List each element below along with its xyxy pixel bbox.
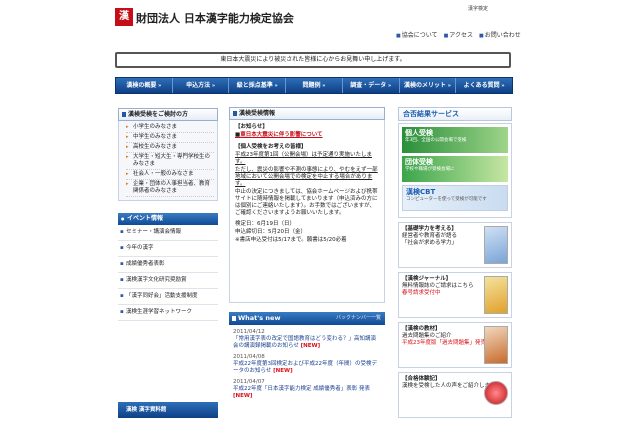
news-item[interactable]: 平成22年度第3回検定および平成22年度（年間）の受検データのお知らせ [NEW… — [233, 361, 381, 375]
news-date: 2011/04/12 — [233, 329, 265, 335]
logo-mark[interactable]: 漢検 — [115, 8, 133, 40]
top-nav: 協会について アクセス お問い合わせ — [396, 30, 521, 39]
info-quake-link[interactable]: 東日本大震災に伴う影響について — [235, 132, 379, 139]
info-bookstore: ※書店申込受付は5/17まで。願書は5/20必着 — [235, 237, 347, 243]
who-item-corporate[interactable]: 企業・団体の人事担当者、教育関係者のみなさま — [126, 180, 214, 197]
results-service-banner[interactable]: 合否結果サービス — [398, 107, 512, 121]
gnav-examples[interactable]: 問題例 — [286, 78, 343, 93]
event-item-awards[interactable]: 成績優秀者表彰 — [118, 257, 218, 273]
global-nav: 漢検の概要 申込方法 級と採点基準 問題例 調査・データ 漢検のメリット よくあ… — [115, 77, 513, 94]
org-name[interactable]: 財団法人 日本漢字能力検定協会 — [136, 10, 294, 26]
banner-sub: 年3回、全国の公開会場で受検 — [405, 138, 467, 143]
exam-banners: 個人受検 年3回、全国の公開会場で受検 団体受検 学校や職場が受検会場に 漢検C… — [398, 123, 512, 218]
new-badge: [NEW] — [300, 343, 321, 349]
info-deadline: 申込締切日：5月20日（金） — [235, 229, 306, 235]
info-sub-heading: 【個人受検をお考えの皆様】 — [235, 144, 307, 150]
individual-exam-banner[interactable]: 個人受検 年3回、全国の公開会場で受検 — [402, 127, 508, 153]
gnav-apply[interactable]: 申込方法 — [173, 78, 230, 93]
gnav-merit[interactable]: 漢検のメリット — [400, 78, 457, 93]
gnav-faq[interactable]: よくある質問 — [456, 78, 512, 93]
banner-sub: コンピューターを使って受検が可能です — [406, 197, 487, 202]
info-para-1: 平成23年度第1回（公開会場）は予定通り実施いたします。 — [235, 152, 372, 165]
center-column: 漢検受検情報 【お知らせ】 東日本大震災に伴う影響について 【個人受検をお考えの… — [229, 107, 385, 404]
info-para-2: ただし、震災の影響や不測の事態により、やむをえず一部地域において公開会場での検定… — [235, 167, 378, 187]
top-nav-about[interactable]: 協会について — [396, 30, 438, 39]
who-list: 小学生のみなさま 中学生のみなさま 高校生のみなさま 大学生・短大生・専門学校生… — [118, 121, 218, 201]
testimonial-box[interactable]: 【合格体験記】 漢検を受検した人の声をご紹介します — [398, 372, 512, 418]
textbook-thumbnail — [484, 326, 508, 364]
top-nav-access[interactable]: アクセス — [444, 30, 473, 39]
site-container: 漢検 財団法人 日本漢字能力検定協会 漢字検定 協会について アクセス お問い合… — [113, 0, 521, 426]
who-item-high[interactable]: 高校生のみなさま — [126, 143, 214, 153]
event-item-seminar[interactable]: セミナー・講演会情報 — [118, 225, 218, 241]
news-backnumber-link[interactable]: バックナンバー一覧 — [336, 312, 381, 325]
who-item-adult[interactable]: 社会人・一般のみなさま — [126, 170, 214, 180]
info-exam-date: 検定日：6月19日（日） — [235, 221, 295, 227]
book-thumbnail — [484, 226, 508, 264]
gnav-data[interactable]: 調査・データ — [343, 78, 400, 93]
who-title: 漢検受検をご検討の方 — [118, 108, 218, 121]
news-text[interactable]: 平成22年度「日本漢字能力検定 成績優秀者」表彰 発表 — [233, 386, 370, 392]
basic-skills-box[interactable]: 【基礎学力を考える】 経営者や教育者が語る 「社会が求める学力」 — [398, 222, 512, 268]
new-badge: [NEW] — [273, 368, 293, 374]
event-item-network[interactable]: 漢検生涯学習ネットワーク — [118, 305, 218, 321]
new-badge: [NEW] — [233, 393, 253, 399]
kanji-museum-bar[interactable]: 漢検 漢字資料館 — [118, 402, 218, 418]
banner-title: 漢検CBT — [406, 188, 436, 196]
news-text[interactable]: 平成22年度第3回検定および平成22年度（年間）の受検データのお知らせ — [233, 361, 377, 374]
top-nav-contact[interactable]: お問い合わせ — [479, 30, 521, 39]
who-item-university[interactable]: 大学生・短大生・専門学校生のみなさま — [126, 153, 214, 170]
news-date: 2011/04/07 — [233, 379, 265, 385]
info-body: 【お知らせ】 東日本大震災に伴う影響について 【個人受検をお考えの皆様】 平成2… — [229, 120, 385, 303]
pass-badge-icon — [484, 381, 508, 405]
journal-box[interactable]: 【漢検ジャーナル】 無料情報誌のご請求はこちら 春号請求受付中 — [398, 272, 512, 318]
banner-title: 団体受検 — [405, 158, 433, 166]
event-item-research[interactable]: 漢検漢字文化研究奨励賞 — [118, 273, 218, 289]
event-list: セミナー・講演会情報 今年の漢字 成績優秀者表彰 漢検漢字文化研究奨励賞 「漢字… — [118, 225, 218, 321]
news-list: 2011/04/12 「常用漢字表の改定で国語教育はどう変わる？」高知講演会の講… — [229, 325, 385, 400]
event-title: イベント情報 — [118, 213, 218, 225]
info-para-3: 中止の決定につきましては、協会ホームページおよび携帯サイトに随時情報を掲載してま… — [235, 189, 378, 216]
earthquake-notice[interactable]: 東日本大震災により被災された皆様に心からお見舞い申し上げます。 — [115, 52, 511, 68]
who-item-junior[interactable]: 中学生のみなさま — [126, 133, 214, 143]
gnav-levels[interactable]: 級と採点基準 — [229, 78, 287, 93]
news-header: What's new バックナンバー一覧 — [229, 312, 385, 325]
banner-sub: 学校や職場が受検会場に — [405, 167, 455, 172]
news-title: What's new — [238, 314, 281, 322]
news-item[interactable]: 「常用漢字表の改定で国語教育はどう変わる？」高知講演会の講演録掲載のお知らせ [… — [233, 336, 381, 350]
right-column: 合否結果サービス 個人受検 年3回、全国の公開会場で受検 団体受検 学校や職場が… — [398, 107, 512, 418]
journal-thumbnail — [484, 276, 508, 314]
top-link-kanji[interactable]: 漢字検定 — [468, 5, 488, 12]
news-date: 2011/04/08 — [233, 354, 265, 360]
header: 漢検 財団法人 日本漢字能力検定協会 漢字検定 協会について アクセス お問い合… — [113, 0, 521, 48]
group-exam-banner[interactable]: 団体受検 学校や職場が受検会場に — [402, 156, 508, 182]
news-item[interactable]: 平成22年度「日本漢字能力検定 成績優秀者」表彰 発表 [NEW] — [233, 386, 381, 400]
gnav-overview[interactable]: 漢検の概要 — [116, 78, 173, 93]
info-title: 漢検受検情報 — [229, 107, 385, 120]
left-column: 漢検受検をご検討の方 小学生のみなさま 中学生のみなさま 高校生のみなさま 大学… — [118, 108, 218, 321]
who-item-elementary[interactable]: 小学生のみなさま — [126, 123, 214, 133]
banner-title: 個人受検 — [405, 129, 433, 137]
event-item-club[interactable]: 「漢字同好会」活動支援制度 — [118, 289, 218, 305]
event-item-kanji-of-year[interactable]: 今年の漢字 — [118, 241, 218, 257]
cbt-exam-banner[interactable]: 漢検CBT コンピューターを使って受検が可能です — [402, 185, 508, 211]
info-notice-label: 【お知らせ】 — [235, 124, 268, 130]
materials-box[interactable]: 【漢検の教材】 過去問題集のご紹介 平成23年度版「過去問題集」発売中 — [398, 322, 512, 368]
